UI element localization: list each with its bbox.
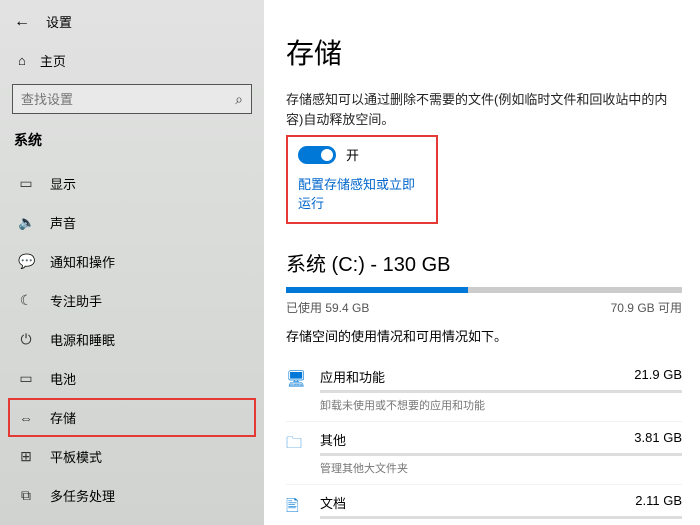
category-other[interactable]: 🗀 其他 3.81 GB 管理其他大文件夹 [286,422,682,485]
search-box[interactable]: ⌕ [12,84,252,114]
sidebar-item-focus-assist[interactable]: ☾ 专注助手 [0,281,264,320]
category-size: 21.9 GB [634,367,682,386]
category-size: 3.81 GB [634,430,682,449]
title-bar: ← 设置 [0,8,264,41]
sidebar-item-sound[interactable]: 🔈 声音 [0,203,264,242]
display-icon: ▭ [18,175,34,192]
sidebar-item-tablet[interactable]: ⊞ 平板模式 [0,437,264,476]
folder-icon: 🗀 [286,430,306,459]
sidebar-item-label: 多任务处理 [50,486,115,505]
sidebar-item-label: 电池 [50,369,76,388]
sidebar-item-label: 存储 [50,408,76,427]
battery-icon: ▭ [18,370,34,387]
category-size: 2.11 GB [635,493,682,512]
sidebar-item-label: 通知和操作 [50,252,115,271]
search-input[interactable] [21,92,235,107]
used-label: 已使用 59.4 GB [286,299,369,316]
search-icon: ⌕ [235,91,243,108]
category-name: 其他 [320,430,346,449]
category-bar [320,390,682,393]
usage-description: 存储空间的使用情况和可用情况如下。 [286,326,682,345]
sidebar-item-label: 专注助手 [50,291,102,310]
category-documents[interactable]: 🖹 文档 2.11 GB 管理"文档"文件夹 [286,485,682,525]
storage-sense-highlight: 开 配置存储感知或立即运行 [286,135,438,224]
sidebar-item-label: 声音 [50,213,76,232]
sound-icon: 🔈 [18,214,34,231]
usage-bar-fill [286,287,468,293]
main-content: 存储 存储感知可以通过删除不需要的文件(例如临时文件和回收站中的内容)自动释放空… [264,0,700,525]
sidebar-item-label: 平板模式 [50,447,102,466]
free-label: 70.9 GB 可用 [611,299,682,316]
usage-bar [286,287,682,293]
sidebar-item-display[interactable]: ▭ 显示 [0,164,264,203]
sidebar-item-power[interactable]: ⏻ 电源和睡眠 [0,320,264,359]
tablet-icon: ⊞ [18,448,34,465]
category-sub: 卸载未使用或不想要的应用和功能 [320,397,682,413]
category-apps[interactable]: 🖥 应用和功能 21.9 GB 卸载未使用或不想要的应用和功能 [286,359,682,422]
category-name: 文档 [320,493,346,512]
moon-icon: ☾ [18,292,34,309]
settings-sidebar: ← 设置 ⌂ 主页 ⌕ 系统 ▭ 显示 🔈 声音 💬 通知和操作 ☾ 专注助手 … [0,0,264,525]
storage-icon: ⇔ [18,410,34,426]
notification-icon: 💬 [18,253,34,270]
sidebar-item-label: 电源和睡眠 [50,330,115,349]
sidebar-item-label: 显示 [50,174,76,193]
storage-sense-toggle[interactable] [298,146,336,164]
search-wrap: ⌕ [0,80,264,124]
category-name: 应用和功能 [320,367,385,386]
home-label: 主页 [40,51,66,70]
page-title: 存储 [286,32,682,72]
sidebar-item-multitask[interactable]: ⧉ 多任务处理 [0,476,264,515]
sidebar-item-storage[interactable]: ⇔ 存储 [8,398,256,437]
apps-icon: 🖥 [286,367,306,389]
category-sub: 管理其他大文件夹 [320,460,682,476]
category-bar [320,453,682,456]
toggle-label: 开 [346,145,359,164]
home-icon: ⌂ [18,53,26,68]
drive-title: 系统 (C:) - 130 GB [286,248,682,277]
home-button[interactable]: ⌂ 主页 [0,41,264,80]
storage-sense-description: 存储感知可以通过删除不需要的文件(例如临时文件和回收站中的内容)自动释放空间。 [286,90,682,129]
sidebar-item-battery[interactable]: ▭ 电池 [0,359,264,398]
group-label-system: 系统 [0,124,264,164]
document-icon: 🖹 [286,493,306,522]
back-icon[interactable]: ← [14,13,30,31]
storage-sense-toggle-row: 开 [298,145,426,164]
sidebar-item-notifications[interactable]: 💬 通知和操作 [0,242,264,281]
category-bar [320,516,682,519]
multitask-icon: ⧉ [18,487,34,504]
usage-bar-meta: 已使用 59.4 GB 70.9 GB 可用 [286,299,682,316]
window-title: 设置 [46,12,72,31]
configure-storage-sense-link[interactable]: 配置存储感知或立即运行 [298,174,426,212]
power-icon: ⏻ [18,331,34,348]
